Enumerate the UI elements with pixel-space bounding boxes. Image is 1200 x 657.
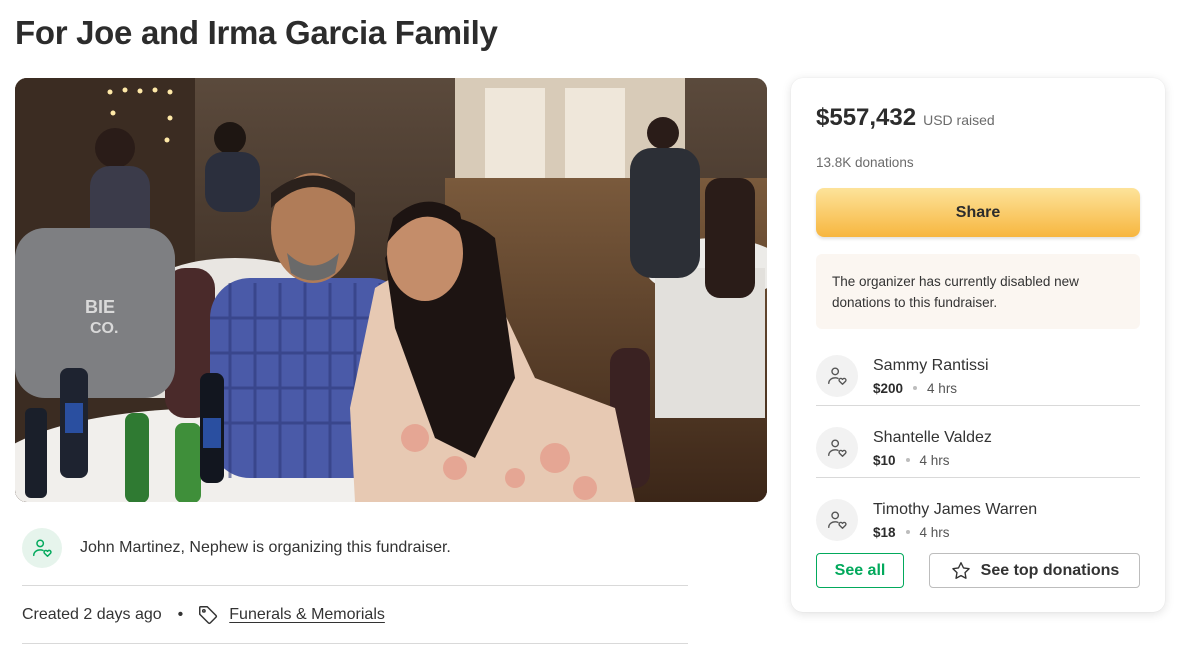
dot-separator: [905, 530, 910, 534]
organizer-text: John Martinez, Nephew is organizing this…: [80, 539, 451, 556]
see-top-donations-button[interactable]: See top donations: [929, 553, 1140, 588]
donor-name: Shantelle Valdez: [873, 428, 992, 446]
donor-amount: $18: [873, 524, 896, 540]
user-heart-icon: [816, 499, 858, 541]
user-heart-icon: [22, 528, 62, 568]
donor-name: Sammy Rantissi: [873, 356, 989, 374]
donor-item: Sammy Rantissi $200 4 hrs: [816, 340, 1140, 412]
dot-separator: [905, 458, 910, 462]
organizer-row: John Martinez, Nephew is organizing this…: [22, 528, 688, 568]
divider: [22, 643, 688, 644]
see-top-donations-label: See top donations: [980, 561, 1120, 579]
star-icon: [950, 560, 972, 582]
donor-amount: $200: [873, 380, 904, 396]
campaign-meta: Created 2 days ago • Funerals & Memorial…: [22, 602, 385, 628]
donations-disabled-notice: The organizer has currently disabled new…: [816, 254, 1140, 329]
donations-count: 13.8K donations: [816, 155, 914, 170]
page-title: For Joe and Irma Garcia Family: [15, 14, 498, 51]
divider: [816, 477, 1140, 478]
created-date: Created 2 days ago: [22, 606, 162, 623]
donor-amount: $10: [873, 452, 896, 468]
amount-raised: $557,432 USD raised: [816, 104, 995, 132]
see-all-button[interactable]: See all: [816, 553, 904, 588]
svg-text:CO.: CO.: [90, 320, 118, 337]
campaign-photo-illustration: BIE CO.: [15, 78, 767, 502]
donor-time: 4 hrs: [927, 380, 958, 396]
tag-icon: [197, 604, 219, 626]
share-button[interactable]: Share: [816, 188, 1140, 237]
dot-separator: [913, 386, 918, 390]
divider: [816, 405, 1140, 406]
donor-time: 4 hrs: [919, 524, 950, 540]
divider: [22, 585, 688, 586]
donor-item: Timothy James Warren $18 4 hrs: [816, 484, 1140, 556]
amount-value: $557,432: [816, 104, 917, 131]
category-link[interactable]: Funerals & Memorials: [229, 606, 385, 624]
donor-time: 4 hrs: [919, 452, 950, 468]
campaign-photo[interactable]: BIE CO.: [15, 78, 767, 502]
svg-text:BIE: BIE: [85, 297, 115, 317]
donor-name: Timothy James Warren: [873, 500, 1038, 518]
donation-card: $557,432 USD raised 13.8K donations Shar…: [791, 78, 1165, 612]
raised-label: USD raised: [923, 112, 995, 128]
user-heart-icon: [816, 427, 858, 469]
user-heart-icon: [816, 355, 858, 397]
meta-separator: •: [177, 606, 184, 623]
donor-item: Shantelle Valdez $10 4 hrs: [816, 412, 1140, 484]
